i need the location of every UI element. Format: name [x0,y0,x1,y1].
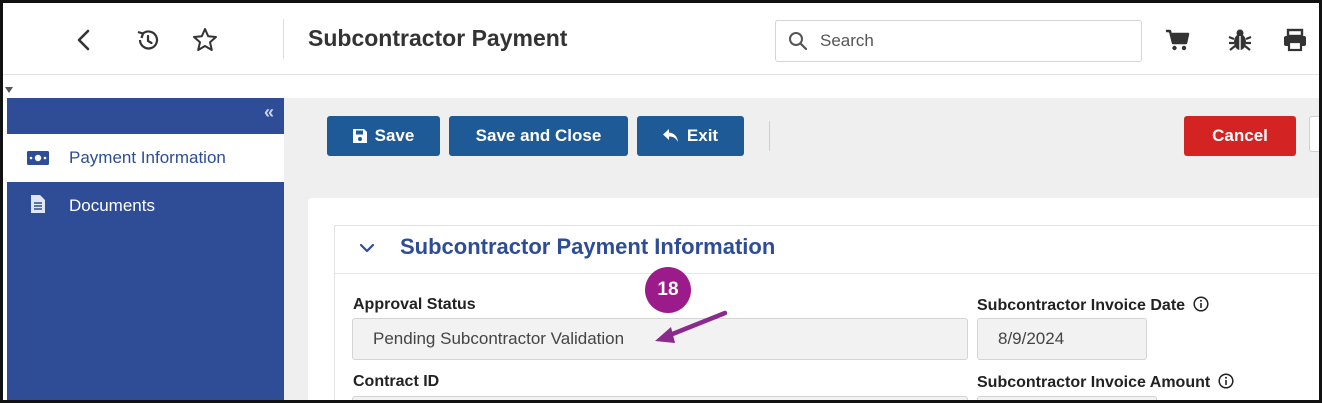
sidebar-item-payment-information[interactable]: Payment Information [7,134,284,182]
annotation-arrow-icon [655,310,728,343]
sidebar-item-documents[interactable]: Documents [7,182,284,230]
invoice-amount-label: Subcontractor Invoice Amount [977,373,1234,394]
toolbar-divider [769,121,770,151]
document-icon [27,194,49,214]
app-window: Subcontractor Payment « Payment Informat… [0,0,1322,403]
save-button[interactable]: Save [327,116,440,156]
back-arrow-icon[interactable] [69,25,99,55]
invoice-amount-label-text: Subcontractor Invoice Amount [977,374,1211,391]
invoice-date-label-text: Subcontractor Invoice Date [977,297,1186,314]
save-and-close-button[interactable]: Save and Close [449,116,628,156]
chevron-down-icon[interactable] [359,241,375,259]
save-button-label: Save [374,126,415,145]
page-title: Subcontractor Payment [308,25,568,51]
invoice-date-label: Subcontractor Invoice Date [977,296,1209,317]
history-icon[interactable] [133,25,163,55]
approval-status-label: Approval Status [353,296,476,313]
overflow-toolbar-button[interactable] [1309,116,1319,152]
bug-icon[interactable] [1225,25,1255,55]
sidebar-item-label: Payment Information [69,148,226,167]
invoice-date-value: 8/9/2024 [998,329,1065,348]
search-icon [788,31,808,56]
collapse-sidebar-icon[interactable]: « [264,102,274,123]
floppy-disk-icon [352,129,367,143]
contract-id-label: Contract ID [353,373,440,390]
search-box[interactable] [775,20,1142,62]
top-header: Subcontractor Payment [3,3,1319,75]
sidebar-item-label: Documents [69,196,155,215]
contract-id-field[interactable] [352,396,968,400]
invoice-amount-field[interactable] [977,396,1157,400]
exit-button-label: Exit [686,126,719,145]
save-and-close-label: Save and Close [475,126,602,145]
section-divider [335,273,1319,274]
sidebar: « Payment Information Documents [7,98,284,400]
star-icon[interactable] [190,25,220,55]
search-input[interactable] [820,29,1120,53]
print-icon[interactable] [1280,25,1310,55]
invoice-date-field[interactable]: 8/9/2024 [977,318,1147,360]
info-icon[interactable] [1218,373,1234,394]
info-icon[interactable] [1192,296,1209,317]
exit-button[interactable]: Exit [637,116,744,156]
section-title[interactable]: Subcontractor Payment Information [400,234,775,260]
header-divider [283,19,284,59]
cart-icon[interactable] [1163,25,1193,55]
approval-status-value: Pending Subcontractor Validation [373,329,625,348]
reply-arrow-icon [662,129,679,143]
money-icon [27,148,49,168]
cancel-button[interactable]: Cancel [1184,116,1296,156]
dropdown-caret-icon [5,87,13,93]
cancel-button-label: Cancel [1212,126,1268,145]
